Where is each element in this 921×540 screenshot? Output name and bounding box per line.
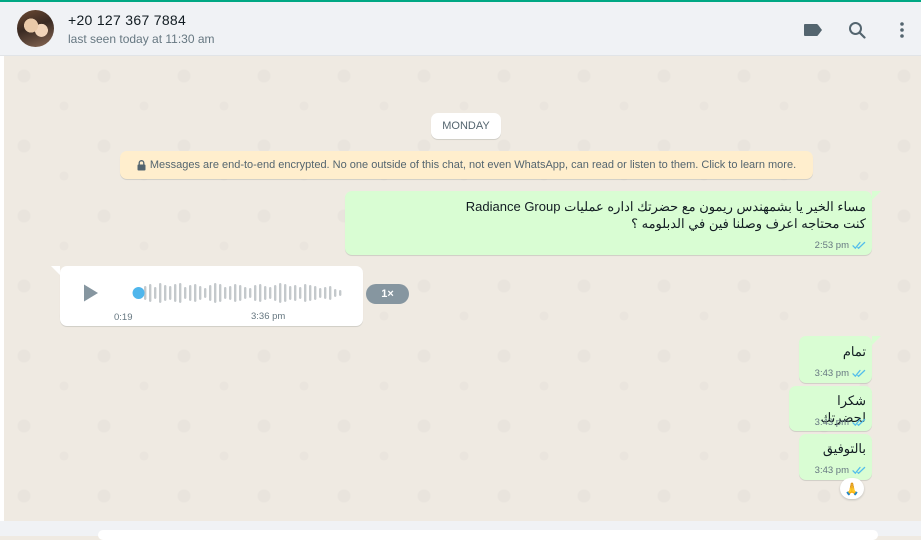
waveform-bar xyxy=(244,287,247,299)
waveform-bar xyxy=(264,286,267,300)
waveform-bar xyxy=(254,285,257,301)
message-meta: 3:43 pm xyxy=(815,417,866,428)
message-text: بالتوفيق xyxy=(822,441,866,456)
message-meta: 3:43 pm xyxy=(815,368,866,379)
waveform-bar xyxy=(194,284,197,302)
message-bubble-outgoing[interactable]: بالتوفيق 3:43 pm xyxy=(799,434,872,480)
playback-speed-button[interactable]: 1× xyxy=(366,284,409,304)
waveform-bar xyxy=(209,285,212,301)
waveform-bar xyxy=(159,283,162,303)
waveform-bar xyxy=(239,285,242,301)
message-text: تمام xyxy=(842,344,866,359)
message-input[interactable] xyxy=(98,530,878,540)
bubble-tail xyxy=(872,336,881,345)
waveform-bar xyxy=(204,288,207,298)
waveform-bar xyxy=(284,284,287,302)
bubble-tail xyxy=(51,266,60,275)
waveform-bar xyxy=(294,285,297,301)
voice-duration: 0:19 xyxy=(114,312,133,323)
encryption-notice[interactable]: Messages are end-to-end encrypted. No on… xyxy=(120,151,813,179)
read-ticks-icon xyxy=(852,466,866,475)
message-text: مساء الخير يا بشمهندس ريمون مع حضرتك ادا… xyxy=(465,199,866,231)
waveform-bar xyxy=(249,288,252,298)
encryption-notice-text: Messages are end-to-end encrypted. No on… xyxy=(149,159,797,171)
chat-header: +20 127 367 7884 last seen today at 11:3… xyxy=(0,0,921,56)
waveform-bar xyxy=(324,287,327,299)
waveform-bar xyxy=(259,284,262,302)
waveform-bar xyxy=(334,289,337,297)
waveform-bar xyxy=(189,285,192,301)
contact-name[interactable]: +20 127 367 7884 xyxy=(68,12,186,28)
waveform-bar xyxy=(149,284,152,302)
message-time: 3:43 pm xyxy=(814,417,849,428)
voice-waveform[interactable] xyxy=(122,282,344,304)
waveform-bar xyxy=(289,286,292,300)
search-icon[interactable] xyxy=(846,19,868,41)
waveform-bar xyxy=(154,287,157,299)
waveform-bar xyxy=(164,285,167,301)
waveform-bar xyxy=(199,286,202,300)
reaction-badge[interactable]: 🙏 xyxy=(840,478,864,499)
message-meta: 2:53 pm xyxy=(815,240,866,251)
waveform-bar xyxy=(229,286,232,300)
read-ticks-icon xyxy=(852,241,866,250)
message-meta: 3:43 pm xyxy=(815,465,866,476)
waveform-bar xyxy=(339,290,342,296)
message-time: 3:43 pm xyxy=(814,465,849,476)
message-bubble-outgoing[interactable]: شكرا لحضرتك 3:43 pm xyxy=(789,386,872,431)
waveform-bar xyxy=(299,287,302,299)
menu-icon[interactable] xyxy=(891,19,913,41)
bubble-tail xyxy=(872,191,881,200)
contact-last-seen: last seen today at 11:30 am xyxy=(68,32,215,46)
waveform-bar xyxy=(214,283,217,303)
message-bubble-outgoing[interactable]: مساء الخير يا بشمهندس ريمون مع حضرتك ادا… xyxy=(345,191,872,255)
waveform-bar xyxy=(219,284,222,302)
message-time: 2:53 pm xyxy=(814,240,849,251)
date-separator: MONDAY xyxy=(431,113,501,139)
waveform-bar xyxy=(329,286,332,300)
read-ticks-icon xyxy=(852,418,866,427)
waveform-bar xyxy=(309,285,312,301)
waveform-bar xyxy=(314,286,317,300)
lock-icon xyxy=(137,159,146,170)
message-bubble-outgoing[interactable]: تمام 3:43 pm xyxy=(799,336,872,383)
waveform-bar xyxy=(269,287,272,299)
waveform-bar xyxy=(234,284,237,302)
waveform-bar xyxy=(319,288,322,298)
play-icon[interactable] xyxy=(80,283,100,303)
waveform-bar xyxy=(179,283,182,303)
contact-avatar[interactable] xyxy=(17,10,54,47)
read-ticks-icon xyxy=(852,369,866,378)
waveform-bar xyxy=(274,285,277,301)
voice-scrubber[interactable] xyxy=(132,287,145,299)
waveform-bar xyxy=(169,286,172,300)
message-time: 3:43 pm xyxy=(814,368,849,379)
waveform-bar xyxy=(279,283,282,303)
waveform-bar xyxy=(174,284,177,302)
waveform-bar xyxy=(184,287,187,299)
message-time: 3:36 pm xyxy=(251,311,286,322)
waveform-bar xyxy=(304,284,307,302)
waveform-bar xyxy=(224,287,227,299)
voice-message-bubble[interactable]: 1× xyxy=(60,266,409,326)
label-icon[interactable] xyxy=(802,19,824,41)
